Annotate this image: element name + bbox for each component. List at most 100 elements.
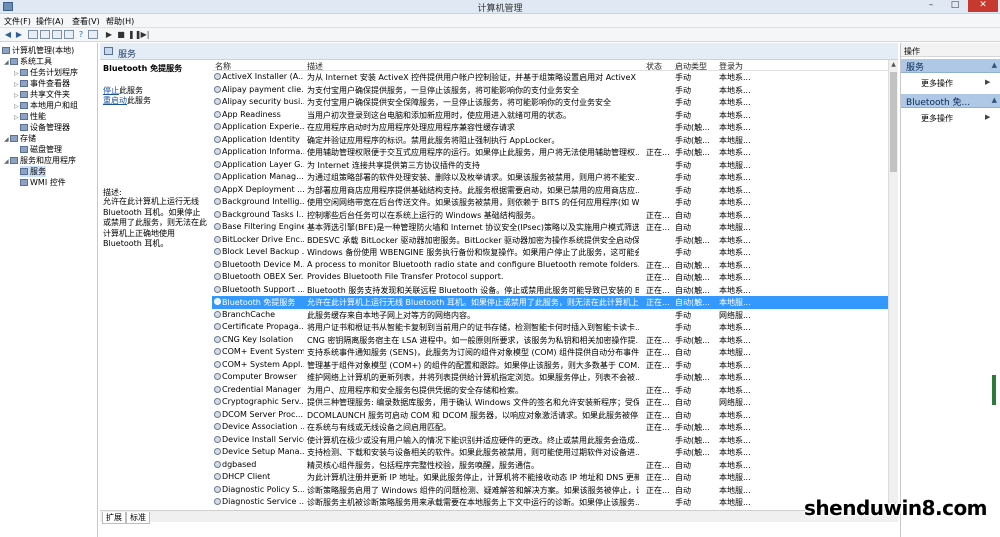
tree-services[interactable]: 服务 xyxy=(20,166,46,177)
menu-help[interactable]: 帮助(H) xyxy=(106,16,134,27)
service-gear-icon xyxy=(214,173,221,180)
service-startup-type: 自动 xyxy=(675,223,691,232)
refresh-icon[interactable] xyxy=(52,30,62,39)
service-row[interactable]: Bluetooth Device M... A process to monito… xyxy=(212,259,888,272)
service-name: Device Setup Mana... xyxy=(222,447,304,456)
menu-action[interactable]: 操作(A) xyxy=(36,16,64,27)
service-row[interactable]: Diagnostic Service ... 诊断服务主机被诊断策略服务用来承载需… xyxy=(212,496,888,509)
service-gear-icon xyxy=(214,185,221,193)
service-row[interactable]: Background Intellig... 使用空闲网络带宽在后台传送文件。如果… xyxy=(212,196,888,209)
tree-wmi[interactable]: WMI 控件 xyxy=(20,177,66,188)
export-list-icon[interactable] xyxy=(64,30,74,39)
service-row[interactable]: Device Setup Mana... 支持检测、下载和安装与设备相关的软件。如… xyxy=(212,446,888,459)
tree-storage[interactable]: ◢ 存储 xyxy=(4,133,36,144)
service-row[interactable]: DCOM Server Proc... DCOMLAUNCH 服务可启动 COM … xyxy=(212,409,888,422)
tree-services-apps[interactable]: ◢ 服务和应用程序 xyxy=(4,155,76,166)
tree-performance[interactable]: ▷ 性能 xyxy=(14,111,46,122)
service-row[interactable]: Diagnostic Policy S... 诊断策略服务启用了 Windows … xyxy=(212,484,888,497)
service-row[interactable]: Device Install Service 使计算机在极少或没有用户输入的情况下… xyxy=(212,434,888,447)
forward-icon[interactable]: ▶ xyxy=(14,30,24,39)
tree-task-scheduler[interactable]: ▷ 任务计划程序 xyxy=(14,67,78,78)
maximize-button[interactable]: □ xyxy=(944,0,966,12)
pause-service-icon[interactable]: ❚❚ xyxy=(128,30,141,39)
service-row[interactable]: DHCP Client 为此计算机注册并更新 IP 地址。如果此服务停止，计算机将… xyxy=(212,471,888,484)
close-button[interactable]: ✕ xyxy=(968,0,998,12)
service-startup-type: 手动 xyxy=(675,85,691,95)
service-row[interactable]: Bluetooth 免提服务 允许在此计算机上运行无线 Bluetooth 耳机。… xyxy=(212,296,888,309)
more-actions-selected[interactable]: 更多操作 ▶ xyxy=(921,113,990,124)
tree-local-users[interactable]: ▷ 本地用户和组 xyxy=(14,100,78,111)
service-row[interactable]: Device Association ... 在系统与有线或无线设备之间启用匹配。… xyxy=(212,421,888,434)
service-logon-as: 本地系... xyxy=(719,73,751,82)
service-row[interactable]: Application Layer G... 为 Internet 连接共享提供第… xyxy=(212,159,888,172)
service-row[interactable]: Application Identity 确定并验证应用程序的标识。禁用此服务将阻… xyxy=(212,134,888,147)
show-tree-icon[interactable] xyxy=(40,30,50,39)
service-status: 正在... xyxy=(646,298,670,307)
service-row[interactable]: Certificate Propaga... 将用户证书和根证书从智能卡复制到当前… xyxy=(212,321,888,334)
stop-service-icon[interactable]: ■ xyxy=(116,30,126,39)
service-row[interactable]: Application Manag... 为通过组策略部署的软件处理安装、删除以及… xyxy=(212,171,888,184)
service-description: A process to monitor Bluetooth radio sta… xyxy=(307,259,639,269)
service-gear-icon xyxy=(214,485,221,493)
scrollbar-thumb[interactable] xyxy=(890,72,897,172)
properties-icon[interactable] xyxy=(88,30,98,39)
service-row[interactable]: Credential Manager 为用户、应用程序和安全服务包提供凭据的安全存… xyxy=(212,384,888,397)
panel-title: 服务 xyxy=(118,50,137,60)
service-row[interactable]: Base Filtering Engine 基本筛选引擎(BFE)是一种管理防火墙… xyxy=(212,221,888,234)
service-name: Computer Browser xyxy=(222,372,297,381)
tree-device-manager[interactable]: 设备管理器 xyxy=(20,122,70,133)
restart-service-icon[interactable]: ▶| xyxy=(140,30,150,39)
menu-view[interactable]: 查看(V) xyxy=(72,16,100,27)
scroll-up-icon[interactable]: ▲ xyxy=(889,61,898,68)
service-row[interactable]: AppX Deployment ... 为部署应用商店应用程序提供基础结构支持。此… xyxy=(212,184,888,197)
tree-disk-management[interactable]: 磁盘管理 xyxy=(20,144,62,155)
service-row[interactable]: Cryptographic Serv... 提供三种管理服务: 编录数据库服务，用… xyxy=(212,396,888,409)
service-row[interactable]: ActiveX Installer (A... 为从 Internet 安装 Ac… xyxy=(212,71,888,84)
service-row[interactable]: BranchCache 此服务缓存来自本地子网上对等方的网络内容。 手动 网络服... xyxy=(212,309,888,322)
tree-event-viewer[interactable]: ▷ 事件查看器 xyxy=(14,78,70,89)
service-row[interactable]: App Readiness 当用户初次登录到这台电脑和添加新应用时，使应用进入就绪… xyxy=(212,109,888,122)
tab-standard[interactable]: 标准 xyxy=(126,512,150,524)
service-row[interactable]: Application Informa... 使用辅助管理权限便于交互式应用程序的… xyxy=(212,146,888,159)
minimize-button[interactable]: – xyxy=(920,0,942,12)
service-logon-as: 本地服... xyxy=(719,485,751,495)
service-description: 为支付宝用户确保提供安全保障服务，一旦停止该服务，将可能影响你的支付业务安全 xyxy=(307,98,611,107)
tree-root[interactable]: 计算机管理(本地) xyxy=(2,45,74,56)
service-row[interactable]: Block Level Backup ... Windows 备份使用 WBENG… xyxy=(212,246,888,259)
service-row[interactable]: Bluetooth OBEX Ser... Provides Bluetooth … xyxy=(212,271,888,284)
help-icon[interactable]: ? xyxy=(76,30,86,39)
service-row[interactable]: BitLocker Drive Enc... BDESVC 承载 BitLocke… xyxy=(212,234,888,247)
tree-shared-folders[interactable]: ▷ 共享文件夹 xyxy=(14,89,70,100)
restart-service-link[interactable]: 重启动 xyxy=(103,96,127,105)
service-row[interactable]: CNG Key Isolation CNG 密钥隔离服务宿主在 LSA 进程中。如… xyxy=(212,334,888,347)
service-row[interactable]: Background Tasks I... 控制哪些后台任务可以在系统上运行的 W… xyxy=(212,209,888,222)
service-status: 正在... xyxy=(646,260,670,270)
service-row[interactable]: Alipay security busi... 为支付宝用户确保提供安全保障服务，… xyxy=(212,96,888,109)
menu-file[interactable]: 文件(F) xyxy=(4,16,31,27)
stop-service-link[interactable]: 停止 xyxy=(103,86,119,95)
service-row[interactable]: Computer Browser 维护网络上计算机的更新列表，并将列表提供给计算机… xyxy=(212,371,888,384)
collapse-icon[interactable]: ▲ xyxy=(992,61,997,69)
service-status: 正在... xyxy=(646,460,670,470)
service-logon-as: 本地服... xyxy=(719,348,751,357)
service-status: 正在... xyxy=(646,210,670,220)
tab-extended[interactable]: 扩展 xyxy=(102,512,126,524)
up-folder-icon[interactable] xyxy=(28,30,38,39)
service-row[interactable]: Application Experie... 在应用程序启动时为应用程序处理应用程… xyxy=(212,121,888,134)
service-row[interactable]: COM+ Event System 支持系统事件通知服务 (SENS)，此服务为订… xyxy=(212,346,888,359)
service-row[interactable]: COM+ System Appl... 管理基于组件对象模型 (COM+) 的组件… xyxy=(212,359,888,372)
service-row[interactable]: Alipay payment clie... 为支付宝用户确保提供服务，一旦停止该… xyxy=(212,84,888,97)
actions-section-services[interactable]: 服务 ▲ xyxy=(901,59,1000,73)
service-description: 精灵核心组件服务，包括程序完整性校验，服务唤醒，服务通信。 xyxy=(307,460,539,470)
vertical-scrollbar[interactable]: ▲ ▼ xyxy=(888,60,898,510)
service-description: 在应用程序启动时为应用程序处理应用程序兼容性缓存请求 xyxy=(307,123,515,132)
service-row[interactable]: dgbased 精灵核心组件服务，包括程序完整性校验，服务唤醒，服务通信。 正在..… xyxy=(212,459,888,472)
device-manager-icon xyxy=(20,124,28,131)
actions-section-selected[interactable]: Bluetooth 免... ▲ xyxy=(901,94,1000,108)
collapse-icon[interactable]: ▲ xyxy=(992,96,997,104)
tree-system-tools[interactable]: ◢ 系统工具 xyxy=(4,56,52,67)
service-row[interactable]: Bluetooth Support ... Bluetooth 服务支持发现和关联… xyxy=(212,284,888,297)
more-actions-services[interactable]: 更多操作 ▶ xyxy=(921,78,990,89)
back-icon[interactable]: ◀ xyxy=(3,30,13,39)
start-service-icon[interactable]: ▶ xyxy=(104,30,114,39)
